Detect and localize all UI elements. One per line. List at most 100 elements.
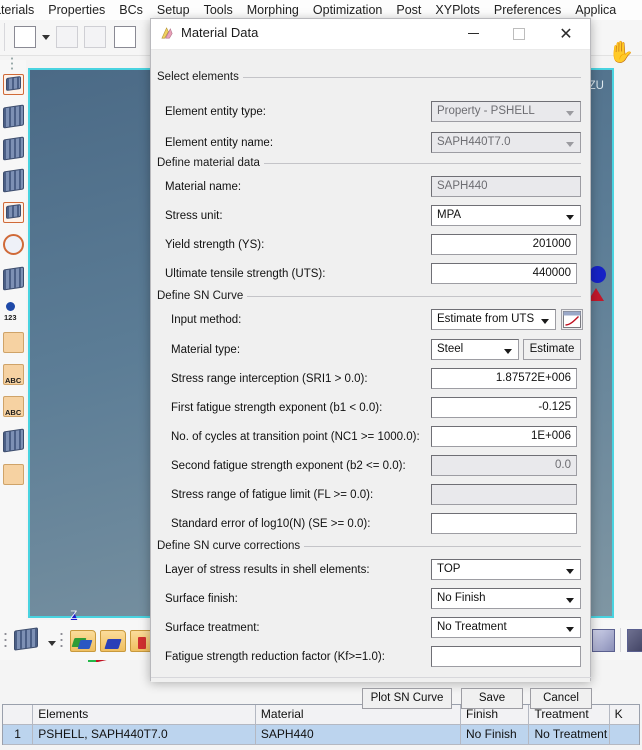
mesh-display-chevron-icon[interactable] xyxy=(48,641,56,646)
mesh-select-icon[interactable] xyxy=(3,202,24,223)
sync-views-button[interactable] xyxy=(114,26,136,48)
column-header-kf[interactable]: K xyxy=(609,705,640,725)
menu-item-morphing[interactable]: Morphing xyxy=(240,0,306,20)
menu-item-materials[interactable]: aterials xyxy=(0,0,41,20)
yield-strength-field[interactable]: 201000 xyxy=(431,234,577,255)
stress-unit-combo[interactable]: MPA xyxy=(431,205,581,226)
group-divider-define-sn-curve-corrections xyxy=(301,546,581,547)
surface-patch-icon[interactable] xyxy=(3,464,24,485)
chevron-down-icon xyxy=(566,111,574,116)
label-surface-finish: Surface finish: xyxy=(165,593,238,605)
hand-pan-icon[interactable]: ✋ xyxy=(608,42,634,63)
split-window-button[interactable] xyxy=(56,26,78,48)
label-element-entity-type: Element entity type: xyxy=(165,106,266,118)
column-header-elements[interactable]: Elements xyxy=(33,705,256,725)
label-surface-treatment: Surface treatment: xyxy=(165,622,260,634)
plot-sn-curve-button[interactable]: Plot SN Curve xyxy=(362,688,452,709)
menu-item-applications[interactable]: Applica xyxy=(568,0,623,20)
menu-item-optimization[interactable]: Optimization xyxy=(306,0,389,20)
material-assignment-table: Elements Material Finish Treatment K 1 P… xyxy=(2,704,640,745)
toolbar-drag-handle[interactable] xyxy=(10,56,14,70)
label-fatigue-strength-reduction-factor: Fatigue strength reduction factor (Kf>=1… xyxy=(165,651,385,663)
viewport-marker-blue xyxy=(589,266,606,283)
render-options-icon[interactable] xyxy=(627,629,642,652)
create-mesh-icon[interactable] xyxy=(3,74,24,95)
element-entity-type-combo[interactable]: Property - PSHELL xyxy=(431,101,581,122)
chevron-down-icon xyxy=(541,319,549,324)
mesh-3d-icon[interactable] xyxy=(3,168,24,193)
group-label-select-elements: Select elements xyxy=(157,71,243,83)
cancel-button[interactable]: Cancel xyxy=(530,688,592,709)
stress-range-fatigue-limit-field[interactable] xyxy=(431,484,577,505)
layer-of-stress-results-combo[interactable]: TOP xyxy=(431,559,581,580)
dimension-icon[interactable] xyxy=(3,332,24,353)
table-cell-index: 1 xyxy=(3,725,34,745)
standard-error-log10n-field[interactable] xyxy=(431,513,577,534)
save-button[interactable]: Save xyxy=(461,688,523,709)
abc-label-2: ABC xyxy=(5,408,22,417)
table-cell-material[interactable]: SAPH440 xyxy=(255,725,461,745)
folder-assembly-icon[interactable] xyxy=(100,630,126,652)
table-cell-finish[interactable]: No Finish xyxy=(461,725,530,745)
edit-mesh-icon[interactable] xyxy=(3,104,24,129)
first-fatigue-strength-exponent-field[interactable]: -0.125 xyxy=(431,397,577,418)
label-material-type: Material type: xyxy=(171,344,241,356)
surface-treatment-combo[interactable]: No Treatment xyxy=(431,617,581,638)
column-header-index xyxy=(3,705,34,725)
table-cell-elements[interactable]: PSHELL, SAPH440T7.0 xyxy=(33,725,256,745)
toolbar-group-handle[interactable] xyxy=(60,631,63,648)
bottom-toolbar-drag-handle[interactable] xyxy=(4,631,7,648)
dialog-title-bar[interactable]: Material Data ✕ xyxy=(151,19,590,50)
ultimate-tensile-strength-field[interactable]: 440000 xyxy=(431,263,577,284)
table-row[interactable]: 1 PSHELL, SAPH440T7.0 SAPH440 No Finish … xyxy=(3,725,640,745)
chevron-down-icon[interactable] xyxy=(42,35,50,40)
dialog-title: Material Data xyxy=(181,25,259,40)
menu-item-xyplots[interactable]: XYPlots xyxy=(428,0,486,20)
folder-components-icon[interactable] xyxy=(70,630,96,652)
left-toolbar: 123 ABC ABC xyxy=(0,56,26,620)
label-stress-range-interception: Stress range interception (SRI1 > 0.0): xyxy=(171,373,368,385)
chart-curve-icon[interactable] xyxy=(561,309,583,330)
surface-mesh-icon[interactable] xyxy=(3,266,24,291)
close-icon[interactable]: ✕ xyxy=(543,19,589,48)
menu-item-bcs[interactable]: BCs xyxy=(112,0,150,20)
element-entity-name-combo[interactable]: SAPH440T7.0 xyxy=(431,132,581,153)
fatigue-strength-reduction-factor-field[interactable] xyxy=(431,646,581,667)
cycles-at-transition-point-field[interactable]: 1E+006 xyxy=(431,426,577,447)
group-divider-define-material-data xyxy=(262,163,581,164)
minimize-icon[interactable] xyxy=(450,19,496,48)
translate-icon[interactable] xyxy=(3,428,24,453)
label-input-method: Input method: xyxy=(171,314,242,326)
mesh-display-icon[interactable] xyxy=(14,627,38,651)
estimate-button[interactable]: Estimate xyxy=(523,339,581,360)
material-type-combo[interactable]: Steel xyxy=(431,339,519,360)
menu-item-preferences[interactable]: Preferences xyxy=(487,0,568,20)
mesh-2d-icon[interactable] xyxy=(3,136,24,161)
chevron-down-icon xyxy=(504,349,512,354)
label-standard-error-log10n: Standard error of log10(N) (SE >= 0.0): xyxy=(171,518,371,530)
label-first-fatigue-strength-exponent: First fatigue strength exponent (b1 < 0.… xyxy=(171,402,383,414)
table-cell-treatment[interactable]: No Treatment xyxy=(529,725,610,745)
menu-item-post[interactable]: Post xyxy=(389,0,428,20)
page-window-button[interactable] xyxy=(14,26,36,48)
label-second-fatigue-strength-exponent: Second fatigue strength exponent (b2 <= … xyxy=(171,460,406,472)
stress-range-interception-field[interactable]: 1.87572E+006 xyxy=(431,368,577,389)
numbers-icon[interactable] xyxy=(6,302,15,311)
menu-item-setup[interactable]: Setup xyxy=(150,0,197,20)
menu-item-properties[interactable]: Properties xyxy=(41,0,112,20)
material-name-field[interactable]: SAPH440 xyxy=(431,176,581,197)
chevron-down-icon xyxy=(566,569,574,574)
second-fatigue-strength-exponent-field[interactable]: 0.0 xyxy=(431,455,577,476)
view-cube-icon[interactable] xyxy=(592,629,615,652)
table-cell-kf[interactable] xyxy=(609,725,640,745)
menu-item-tools[interactable]: Tools xyxy=(197,0,240,20)
application-window: aterials Properties BCs Setup Tools Morp… xyxy=(0,0,642,750)
mesh-check-icon[interactable] xyxy=(3,234,24,255)
group-label-define-sn-curve: Define SN Curve xyxy=(157,290,248,302)
chevron-down-icon xyxy=(566,215,574,220)
numbers-label: 123 xyxy=(4,313,17,322)
window-layout-button[interactable] xyxy=(84,26,106,48)
input-method-combo[interactable]: Estimate from UTS xyxy=(431,309,556,330)
toolbar-separator-3 xyxy=(620,628,621,652)
surface-finish-combo[interactable]: No Finish xyxy=(431,588,581,609)
